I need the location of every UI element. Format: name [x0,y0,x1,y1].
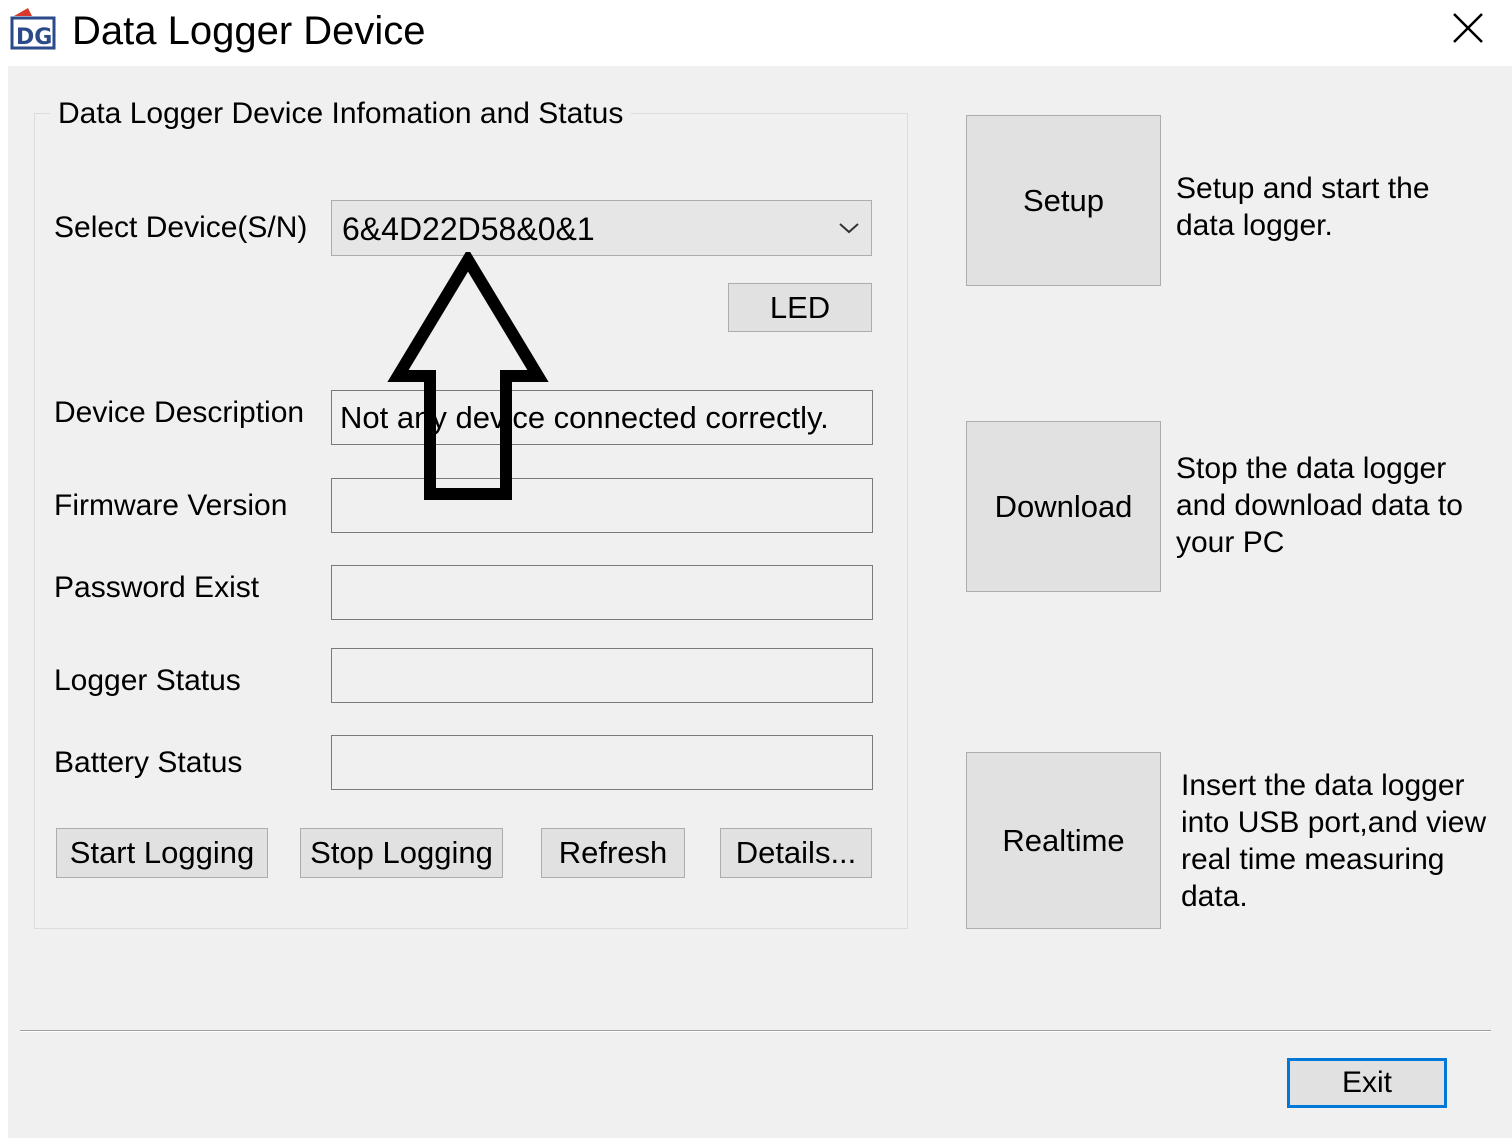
battery-status-label: Battery Status [54,746,243,779]
start-logging-label: Start Logging [69,835,255,870]
stop-logging-label: Stop Logging [310,835,493,870]
firmware-version-label: Firmware Version [54,489,288,522]
realtime-desc-line: real time measuring [1181,843,1445,876]
setup-button-label: Setup [1022,182,1104,218]
realtime-description: Insert the data logger into USB port,and… [1181,767,1486,915]
password-exist-field[interactable] [331,565,873,620]
details-label: Details... [735,835,857,870]
stop-logging-button[interactable]: Stop Logging [300,828,503,878]
realtime-desc-line: data. [1181,880,1248,913]
firmware-version-field[interactable] [331,478,873,533]
logger-status-field[interactable] [331,648,873,703]
title-bar: DG Data Logger Device [0,0,1512,66]
exit-button[interactable]: Exit [1287,1058,1447,1108]
password-exist-label: Password Exist [54,571,260,604]
close-x-icon[interactable] [1448,8,1488,48]
device-select-value: 6&4D22D58&0&1 [342,211,595,247]
download-button-label: Download [994,488,1133,524]
setup-button[interactable]: Setup [966,115,1161,286]
logger-status-label: Logger Status [54,664,241,697]
led-button[interactable]: LED [728,283,872,332]
download-button[interactable]: Download [966,421,1161,592]
download-description: Stop the data logger and download data t… [1176,450,1463,561]
device-description-field[interactable]: Not any device connected correctly. [331,390,873,445]
setup-desc-line: Setup and start the [1176,172,1430,205]
battery-status-field[interactable] [331,735,873,790]
device-select-combo[interactable]: 6&4D22D58&0&1 [331,200,872,256]
refresh-button[interactable]: Refresh [541,828,685,878]
select-device-label: Select Device(S/N) [54,211,308,244]
setup-desc-line: data logger. [1176,209,1333,242]
realtime-button[interactable]: Realtime [966,752,1161,929]
realtime-button-label: Realtime [1002,822,1125,858]
download-desc-line: Stop the data logger [1176,452,1447,485]
details-button[interactable]: Details... [720,828,872,878]
svg-text:DG: DG [16,25,52,50]
download-desc-line: your PC [1176,526,1285,559]
groupbox-legend: Data Logger Device Infomation and Status [50,94,632,134]
realtime-desc-line: into USB port,and view [1181,806,1487,839]
bottom-separator [20,1030,1491,1032]
device-description-label: Device Description [54,396,305,429]
led-button-label: LED [769,289,831,325]
realtime-desc-line: Insert the data logger [1181,769,1465,802]
exit-button-label: Exit [1341,1066,1392,1099]
chevron-down-icon [839,223,859,234]
start-logging-button[interactable]: Start Logging [56,828,268,878]
download-desc-line: and download data to [1176,489,1463,522]
window-title: Data Logger Device [72,9,426,53]
dg-app-icon: DG [10,6,56,50]
refresh-label: Refresh [558,835,668,870]
setup-description: Setup and start the data logger. [1176,170,1430,244]
